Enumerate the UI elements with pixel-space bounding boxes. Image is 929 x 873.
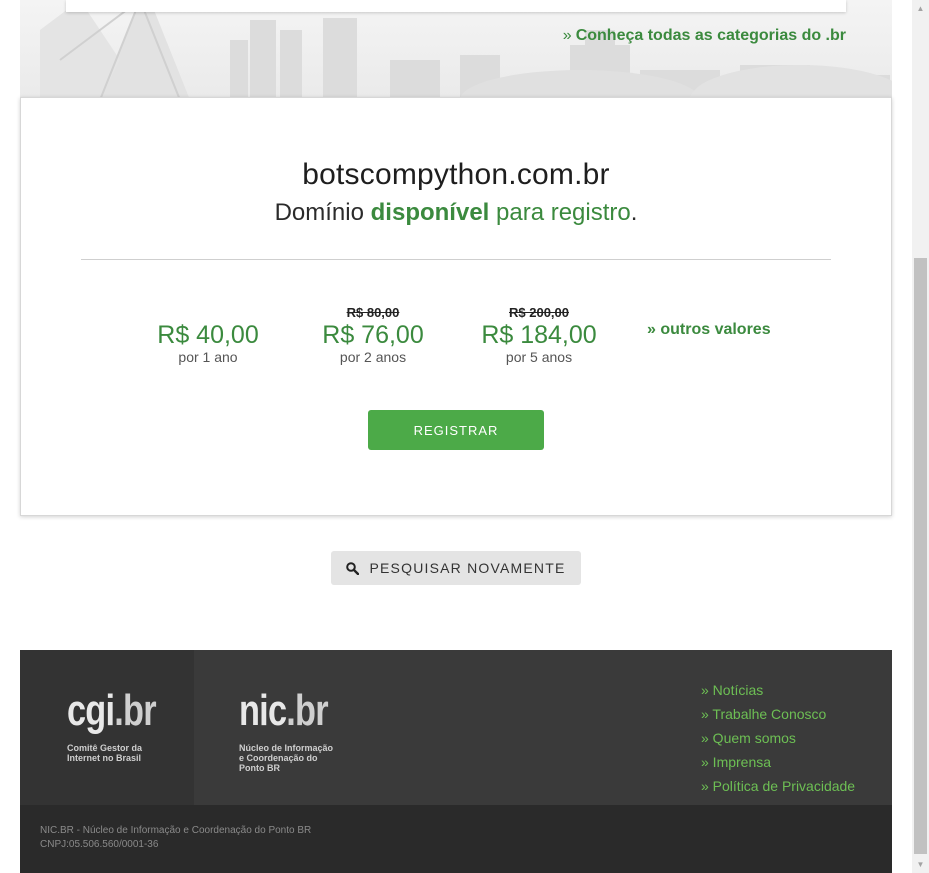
search-card-bottom-edge (66, 0, 846, 12)
footer-link-item: » Política de Privacidade (701, 777, 855, 801)
other-values-link[interactable]: » outros valores (647, 321, 771, 339)
footer-link-imprensa[interactable]: » Imprensa (701, 754, 771, 770)
price-period: por 5 anos (505, 349, 573, 365)
price-option-1-year: R$ 40,00 por 1 ano (133, 304, 283, 365)
availability-status: disponível (370, 199, 490, 226)
price-period: por 1 ano (178, 349, 238, 365)
cgi-subtitle-line: Internet no Brasil (67, 753, 142, 763)
price-option-5-years: R$ 200,00 R$ 184,00 por 5 anos (464, 304, 614, 365)
cgi-logo[interactable]: cgi.br (67, 686, 157, 736)
nic-subtitle-line: Núcleo de Informação (239, 743, 334, 753)
nic-subtitle-line: Ponto BR (239, 763, 280, 773)
footer-link-item: » Quem somos (701, 729, 855, 753)
cgi-logo-dot: . (114, 686, 124, 735)
footer-cnpj-line: CNPJ:05.506.560/0001-36 (40, 839, 159, 850)
cgi-subtitle-line: Comitê Gestor da (67, 743, 143, 753)
price-old (133, 304, 283, 321)
city-skyline-illustration (40, 0, 892, 100)
price-value: R$ 40,00 (157, 321, 259, 349)
cgi-logo-name: cgi (67, 686, 115, 735)
price-option-2-years: R$ 80,00 R$ 76,00 por 2 anos (298, 304, 448, 365)
categories-link[interactable]: » Conheça todas as categorias do .br (563, 27, 846, 45)
footer-link-item: » Trabalhe Conosco (701, 705, 855, 729)
nic-logo-tld: br (295, 686, 329, 735)
vertical-scrollbar[interactable]: ▲ ▼ (912, 0, 929, 873)
availability-suffix: para registro (496, 199, 631, 226)
domain-result-card: botscompython.com.br Domínio disponível … (20, 97, 892, 516)
scrollbar-thumb[interactable] (914, 258, 927, 854)
search-again-label: PESQUISAR NOVAMENTE (369, 560, 566, 576)
search-icon (346, 561, 360, 575)
footer-link-trabalhe-conosco[interactable]: » Trabalhe Conosco (701, 706, 826, 722)
price-value: R$ 76,00 (322, 321, 424, 349)
footer-link-privacidade[interactable]: » Política de Privacidade (701, 778, 855, 794)
nic-logo-name: nic (239, 686, 287, 735)
scroll-down-icon[interactable]: ▼ (912, 856, 929, 873)
price-old: R$ 200,00 (509, 305, 569, 320)
nic-logo-subtitle: Núcleo de Informação e Coordenação do Po… (239, 743, 359, 773)
nic-logo-dot: . (286, 686, 296, 735)
availability-prefix: Domínio (274, 199, 364, 226)
domain-name: botscompython.com.br (302, 158, 610, 191)
footer: cgi.br Comitê Gestor da Internet no Bras… (20, 650, 892, 873)
nic-logo[interactable]: nic.br (239, 686, 329, 736)
categories-link-label: Conheça todas as categorias do .br (575, 27, 846, 44)
price-value: R$ 184,00 (481, 321, 597, 349)
availability-end: . (630, 199, 638, 226)
footer-link-item: » Imprensa (701, 753, 855, 777)
footer-bottom-bar: NIC.BR - Núcleo de Informação e Coordena… (20, 805, 892, 873)
register-button[interactable]: REGISTRAR (368, 410, 544, 450)
nic-subtitle-line: e Coordenação do (239, 753, 318, 763)
footer-link-noticias[interactable]: » Notícias (701, 682, 763, 698)
footer-org-line: NIC.BR - Núcleo de Informação e Coordena… (40, 825, 312, 836)
footer-link-item: » Notícias (701, 681, 855, 705)
price-period: por 2 anos (339, 349, 407, 365)
header-background (20, 0, 892, 110)
cgi-logo-tld: br (123, 686, 157, 735)
footer-links: » Notícias » Trabalhe Conosco » Quem som… (701, 681, 855, 801)
divider (81, 259, 831, 260)
search-again-button[interactable]: PESQUISAR NOVAMENTE (331, 551, 581, 585)
cgi-logo-panel: cgi.br Comitê Gestor da Internet no Bras… (20, 650, 194, 805)
availability-message: Domínio disponível para registro. (21, 199, 891, 227)
scroll-up-icon[interactable]: ▲ (912, 0, 929, 17)
link-arrow: » (562, 27, 572, 44)
price-old: R$ 80,00 (346, 305, 400, 320)
footer-link-quem-somos[interactable]: » Quem somos (701, 730, 796, 746)
cgi-logo-subtitle: Comitê Gestor da Internet no Brasil (67, 743, 187, 763)
